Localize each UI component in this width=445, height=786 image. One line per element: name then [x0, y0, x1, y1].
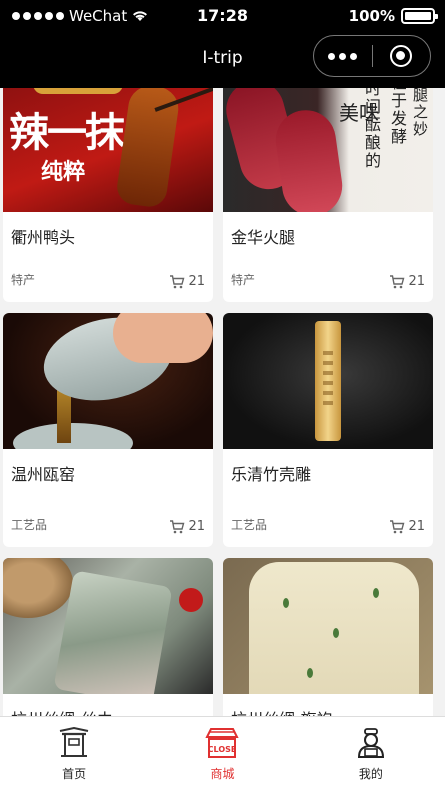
product-name: 金华火腿	[231, 228, 296, 247]
store-icon: CLOSE	[205, 728, 240, 758]
product-card[interactable]: 温州瓯窑 工艺品 21	[3, 313, 213, 547]
product-sales: 21	[389, 274, 425, 289]
product-name: 杭州丝绸-旗袍	[231, 706, 333, 716]
hand-shape	[113, 313, 213, 363]
product-card[interactable]: 乐清竹壳雕 工艺品 21	[223, 313, 433, 547]
product-name: 温州瓯窑	[11, 465, 76, 484]
profile-icon	[357, 728, 384, 758]
sales-count: 21	[188, 519, 205, 534]
ham-shape	[271, 106, 347, 212]
mini-program-capsule	[313, 35, 431, 77]
tab-label: 我的	[358, 767, 383, 781]
leaf-shape	[333, 628, 339, 638]
sales-count: 21	[408, 274, 425, 289]
cup-shape	[13, 423, 133, 449]
product-card[interactable]: 美味 时间酝酿的 在于发酵 火腿之妙 金华火腿 特产 21	[223, 88, 433, 302]
more-dots-icon[interactable]	[314, 36, 372, 76]
product-card[interactable]: 杭州丝绸-丝巾	[3, 558, 213, 716]
product-name: 乐清竹壳雕	[231, 465, 312, 484]
product-image: 美味 时间酝酿的 在于发酵 火腿之妙	[223, 88, 433, 212]
product-category: 特产	[11, 273, 36, 287]
bamboo-carving-shape	[315, 321, 341, 441]
top-bar: WeChat 17:28 100% I-trip	[0, 0, 445, 88]
battery-icon	[401, 8, 438, 24]
sales-count: 21	[188, 274, 205, 289]
product-image	[3, 313, 213, 449]
image-banner	[33, 88, 123, 94]
product-image	[223, 313, 433, 449]
image-text: 辣一抹	[9, 109, 125, 156]
product-image	[3, 558, 213, 694]
cart-icon	[390, 274, 405, 288]
product-card[interactable]: 杭州丝绸-旗袍	[223, 558, 433, 716]
battery-group: 100%	[348, 7, 438, 25]
leaf-shape	[283, 598, 289, 608]
image-text: 纯粹	[41, 159, 86, 185]
mini-program-close-icon	[390, 45, 413, 67]
product-image: 辣一抹 纯粹	[3, 88, 213, 212]
cart-icon	[170, 519, 185, 533]
product-name: 杭州丝绸-丝巾	[11, 706, 113, 716]
product-sales: 21	[389, 519, 425, 534]
status-bar: WeChat 17:28 100%	[0, 0, 445, 32]
scarf-shape	[53, 570, 173, 694]
product-image	[223, 558, 433, 694]
tab-label: 商城	[210, 767, 235, 781]
product-category: 特产	[231, 273, 256, 287]
image-text: 在于发酵	[391, 88, 408, 146]
product-sales: 21	[169, 274, 205, 289]
product-grid: 辣一抹 纯粹 衢州鸭头 特产 21 美味 时间酝酿的 在于发酵 火腿之妙 金华火…	[0, 88, 445, 716]
sales-count: 21	[408, 519, 425, 534]
image-text: 火腿之妙	[413, 88, 429, 138]
product-category: 工艺品	[11, 518, 48, 532]
image-text: 时间酝酿的	[365, 88, 382, 170]
product-category: 工艺品	[231, 518, 268, 532]
product-name: 衢州鸭头	[11, 228, 76, 247]
cart-icon	[390, 519, 405, 533]
leaf-shape	[307, 668, 313, 678]
product-card[interactable]: 辣一抹 纯粹 衢州鸭头 特产 21	[3, 88, 213, 302]
home-gate-icon	[59, 727, 89, 757]
battery-percent: 100%	[348, 7, 395, 25]
tab-home[interactable]: 首页	[0, 717, 148, 786]
tab-profile[interactable]: 我的	[297, 717, 445, 786]
cart-icon	[170, 274, 185, 288]
tab-bar: 首页 CLOSE 商城 我的	[0, 716, 445, 786]
tab-label: 首页	[62, 767, 87, 781]
flower-shape	[179, 588, 203, 612]
leaf-shape	[373, 588, 379, 598]
mini-program-close-button[interactable]	[372, 36, 430, 76]
tab-store[interactable]: CLOSE 商城	[148, 717, 296, 786]
store-sign-text: CLOSE	[208, 745, 237, 754]
product-sales: 21	[169, 519, 205, 534]
hat-shape	[3, 558, 73, 618]
